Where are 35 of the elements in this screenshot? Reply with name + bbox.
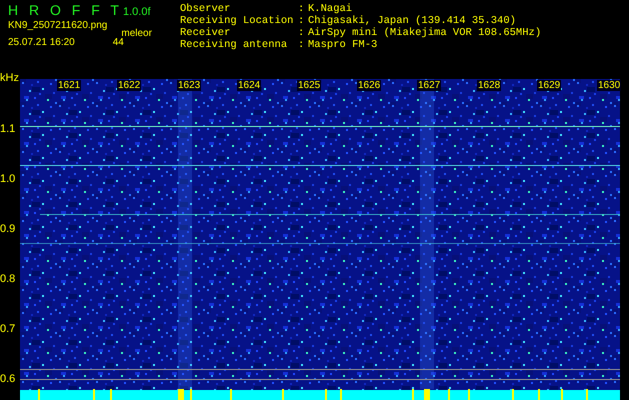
count-label: 44 <box>112 37 124 48</box>
axis-label: 0.6 <box>0 373 16 385</box>
field-label: Receiver <box>180 27 232 39</box>
colon-separator: : <box>298 39 306 51</box>
colon-separator: : <box>298 3 306 15</box>
field-label: Observer <box>180 3 232 15</box>
colon-separator: : <box>298 27 306 39</box>
field-value: Chigasaki, Japan (139.414 35.340) <box>308 15 516 27</box>
frequency-label: 1628 <box>477 80 502 91</box>
frequency-label: 1625 <box>297 80 322 91</box>
colon-separator: : <box>298 15 306 27</box>
axis-label: 1.1 <box>0 123 16 135</box>
frequency-label: 1623 <box>177 80 202 91</box>
field-label: Receiving Location <box>180 15 294 27</box>
frequency-label: 1627 <box>417 80 442 91</box>
frequency-label: 1626 <box>357 80 382 91</box>
version-label: 1.0.0f <box>123 6 151 18</box>
file-name: KN9_2507211620.png <box>8 20 108 31</box>
timestamp: 25.07.21 16:20 <box>8 37 75 48</box>
mode-label: meleor <box>121 28 152 39</box>
axis-label: 0.8 <box>0 273 16 285</box>
field-value: Maspro FM-3 <box>308 39 378 51</box>
app-title: H R O F F T <box>8 2 120 18</box>
field-value: K.Nagai <box>308 3 352 15</box>
axis-label: 0.9 <box>0 223 16 235</box>
field-value: AirSpy mini (Miakejima VOR 108.65MHz) <box>308 27 542 39</box>
frequency-label: 1624 <box>237 80 262 91</box>
frequency-label: 1630 <box>597 80 622 91</box>
frequency-label: 1629 <box>537 80 562 91</box>
frequency-label: 1622 <box>117 80 142 91</box>
axis-label: 0.7 <box>0 323 16 335</box>
unit-label: kHz <box>0 72 19 84</box>
axis-label: 1.0 <box>0 173 16 185</box>
field-label: Receiving antenna <box>180 39 288 51</box>
frequency-label: 1621 <box>57 80 82 91</box>
